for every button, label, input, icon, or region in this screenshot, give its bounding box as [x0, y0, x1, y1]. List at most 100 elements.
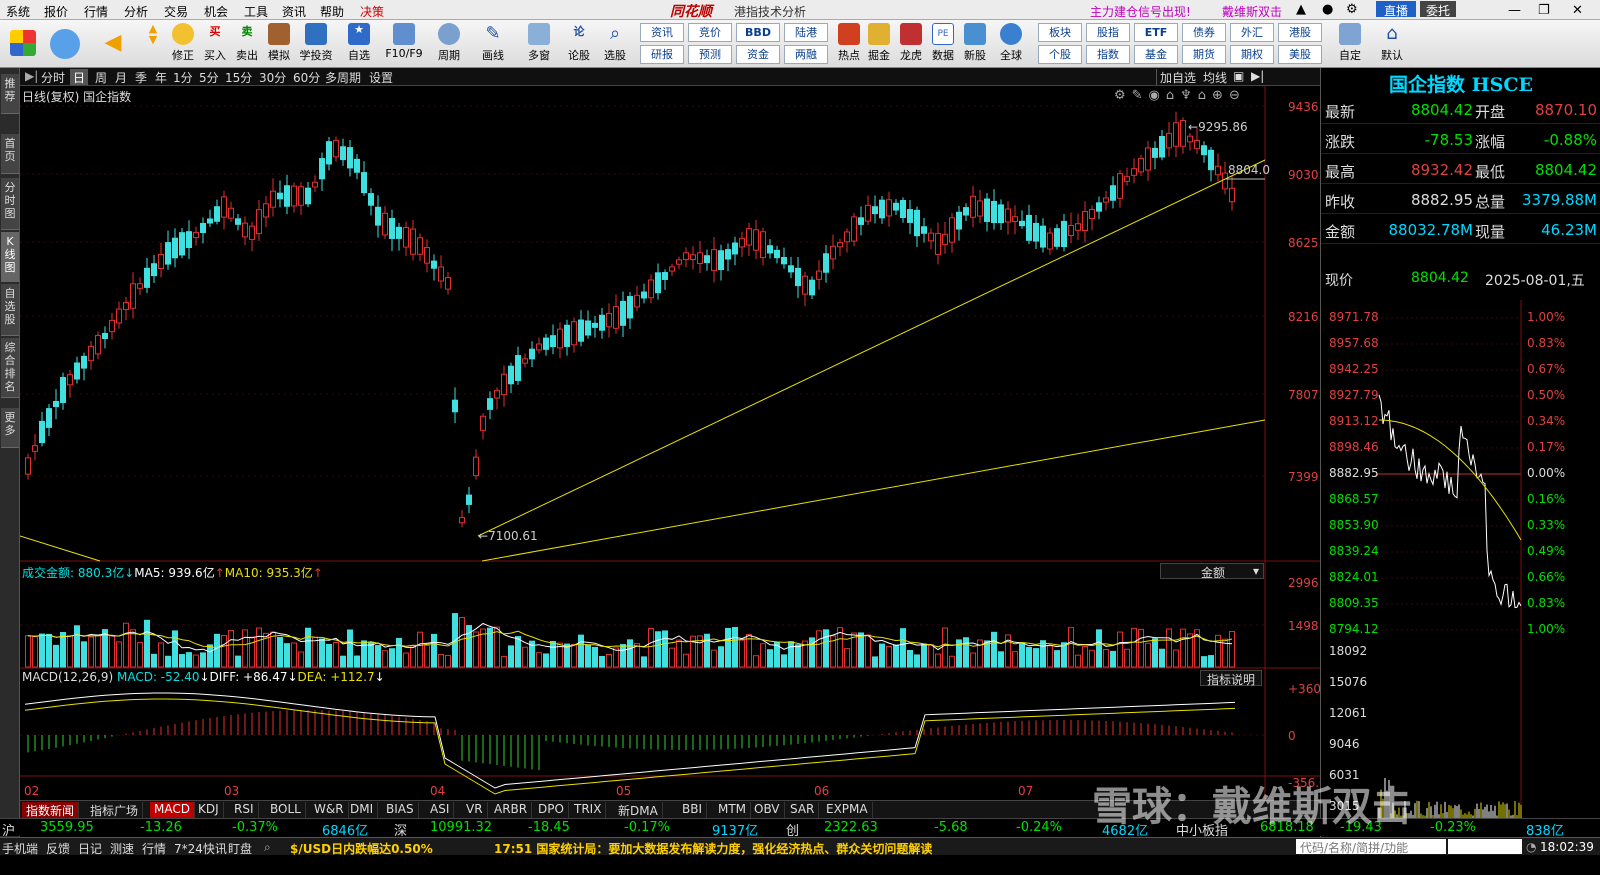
period-tab-season[interactable]: 季: [132, 69, 150, 85]
back-button[interactable]: ◀: [96, 22, 130, 66]
default-button[interactable]: ⌂ 默认: [1372, 22, 1412, 66]
period-tab-month[interactable]: 月: [112, 69, 130, 85]
btn-bond[interactable]: 债券: [1182, 23, 1226, 42]
ma-button[interactable]: 均线: [1200, 69, 1230, 85]
sidebar-item-timeshare[interactable]: 分时图: [1, 178, 19, 230]
custom-button[interactable]: 自定: [1330, 22, 1370, 66]
hotspot-button[interactable]: 热点: [832, 22, 866, 66]
indicator-tab-1[interactable]: 指标广场: [86, 802, 144, 818]
period-button[interactable]: 周期: [432, 22, 466, 66]
window-icon[interactable]: ▣: [1230, 69, 1247, 85]
indicator-tab-16[interactable]: MTM: [714, 802, 752, 818]
simulate-button[interactable]: 模拟: [262, 22, 296, 66]
btn-hk-stock[interactable]: 港股: [1278, 23, 1322, 42]
robot-button[interactable]: [48, 22, 82, 66]
period-tab-settings[interactable]: 设置: [366, 69, 396, 85]
menu-system[interactable]: 系统: [6, 3, 30, 20]
indicator-tab-12[interactable]: DPO: [534, 802, 569, 818]
draw-button[interactable]: ✎ 画线: [476, 22, 510, 66]
btn-forex[interactable]: 外汇: [1230, 23, 1274, 42]
indicator-tab-13[interactable]: TRIX: [570, 802, 607, 818]
global-button[interactable]: 全球: [994, 22, 1028, 66]
user-icon[interactable]: ●: [1322, 2, 1333, 17]
menu-analysis[interactable]: 分析: [124, 3, 148, 20]
sell-button[interactable]: 卖卖出: [230, 22, 264, 66]
watchlist-button[interactable]: ★ 自选: [342, 22, 376, 66]
indicator-tab-10[interactable]: VR: [462, 802, 488, 818]
sidebar-item-ranking[interactable]: 综合排名: [1, 338, 19, 398]
delegate-button[interactable]: 委托: [1420, 1, 1457, 18]
discuss-button[interactable]: 论论股: [562, 22, 596, 66]
indicator-tab-15[interactable]: BBI: [678, 802, 708, 818]
indicator-tab-0[interactable]: 指数新闻: [22, 802, 80, 818]
search-extension[interactable]: [1448, 839, 1522, 854]
btn-stock-index[interactable]: 股指: [1086, 23, 1130, 42]
indicator-tab-2[interactable]: MACD: [150, 802, 195, 818]
btn-us-stock[interactable]: 美股: [1278, 45, 1322, 64]
indicator-tab-11[interactable]: ARBR: [490, 802, 533, 818]
btn-hk-connect[interactable]: 陆港: [784, 23, 828, 42]
learn-button[interactable]: 学投资: [296, 22, 336, 66]
menu-quote[interactable]: 报价: [44, 3, 68, 20]
volume-type-select[interactable]: 金额 ▾: [1160, 563, 1264, 580]
indicator-tab-5[interactable]: BOLL: [266, 802, 306, 818]
sidebar-item-home[interactable]: 首页: [1, 134, 19, 174]
data-button[interactable]: PE 数据: [926, 22, 960, 66]
sidebar-item-watchlist[interactable]: 自选股: [1, 284, 19, 336]
btn-margin[interactable]: 两融: [784, 45, 828, 64]
period-tab-30min[interactable]: 30分: [256, 69, 289, 85]
indicator-tab-4[interactable]: RSI: [230, 802, 259, 818]
code-search-input[interactable]: 代码/名称/简拼/功能: [1296, 839, 1446, 855]
expand-icon[interactable]: ▶|: [1248, 69, 1267, 85]
btn-fund[interactable]: 基金: [1134, 45, 1178, 64]
btn-options[interactable]: 期权: [1230, 45, 1274, 64]
up-down-button[interactable]: ▲ ▼: [136, 22, 170, 66]
indicator-tab-17[interactable]: OBV: [750, 802, 785, 818]
layout-button[interactable]: [6, 22, 40, 66]
close-icon[interactable]: ✕: [1572, 3, 1583, 18]
indicator-tab-9[interactable]: ASI: [426, 802, 455, 818]
minimize-icon[interactable]: —: [1508, 3, 1521, 18]
indicator-tab-8[interactable]: BIAS: [382, 802, 419, 818]
pick-stock-button[interactable]: ⌕ 选股: [598, 22, 632, 66]
btn-etf[interactable]: ETF: [1134, 23, 1178, 42]
maximize-icon[interactable]: ❐: [1538, 3, 1550, 18]
btn-auction[interactable]: 竞价: [688, 23, 732, 42]
btn-futures[interactable]: 期货: [1182, 45, 1226, 64]
promo-davis-link[interactable]: 戴维斯双击: [1222, 3, 1282, 20]
sidebar-item-recommend[interactable]: 推荐: [1, 74, 19, 114]
sidebar-item-more[interactable]: 更多: [1, 408, 19, 448]
indicator-tab-19[interactable]: EXPMA: [822, 802, 873, 818]
menu-news[interactable]: 资讯: [282, 3, 306, 20]
revise-button[interactable]: 修正: [166, 22, 200, 66]
indicator-tab-18[interactable]: SAR: [786, 802, 820, 818]
indicator-tab-7[interactable]: DMI: [346, 802, 379, 818]
dragon-tiger-button[interactable]: 龙虎: [894, 22, 928, 66]
indicator-tab-6[interactable]: W&R: [310, 802, 349, 818]
chart-tool-icons[interactable]: ⚙✎◉⌂♆⌂⊕⊖: [1114, 88, 1246, 103]
menu-tools[interactable]: 工具: [244, 3, 268, 20]
indicator-tab-14[interactable]: 新DMA: [614, 802, 663, 818]
period-tab-60min[interactable]: 60分: [290, 69, 323, 85]
menu-chance[interactable]: 机会: [204, 3, 228, 20]
period-tab-day[interactable]: 日: [70, 69, 89, 85]
multiwindow-button[interactable]: 多窗: [522, 22, 556, 66]
indicator-help-button[interactable]: 指标说明: [1200, 670, 1263, 687]
period-tab-year[interactable]: 年: [152, 69, 170, 85]
period-tab-1min[interactable]: 1分: [170, 69, 196, 85]
menu-help[interactable]: 帮助: [320, 3, 344, 20]
menu-trade[interactable]: 交易: [164, 3, 188, 20]
trend-line-lower[interactable]: [481, 419, 1266, 562]
buy-button[interactable]: 买买入: [198, 22, 232, 66]
trend-line-left[interactable]: [20, 535, 101, 562]
indicator-tab-3[interactable]: KDJ: [194, 802, 224, 818]
btn-sector[interactable]: 板块: [1038, 23, 1082, 42]
btn-report[interactable]: 研报: [640, 45, 684, 64]
btn-index[interactable]: 指数: [1086, 45, 1130, 64]
add-watch-button[interactable]: 加自选: [1156, 69, 1199, 85]
f10-button[interactable]: F10/F9: [384, 22, 424, 66]
dig-gold-button[interactable]: 掘金: [862, 22, 896, 66]
period-tab-15min[interactable]: 15分: [222, 69, 255, 85]
menu-market[interactable]: 行情: [84, 3, 108, 20]
period-tab-5min[interactable]: 5分: [196, 69, 222, 85]
